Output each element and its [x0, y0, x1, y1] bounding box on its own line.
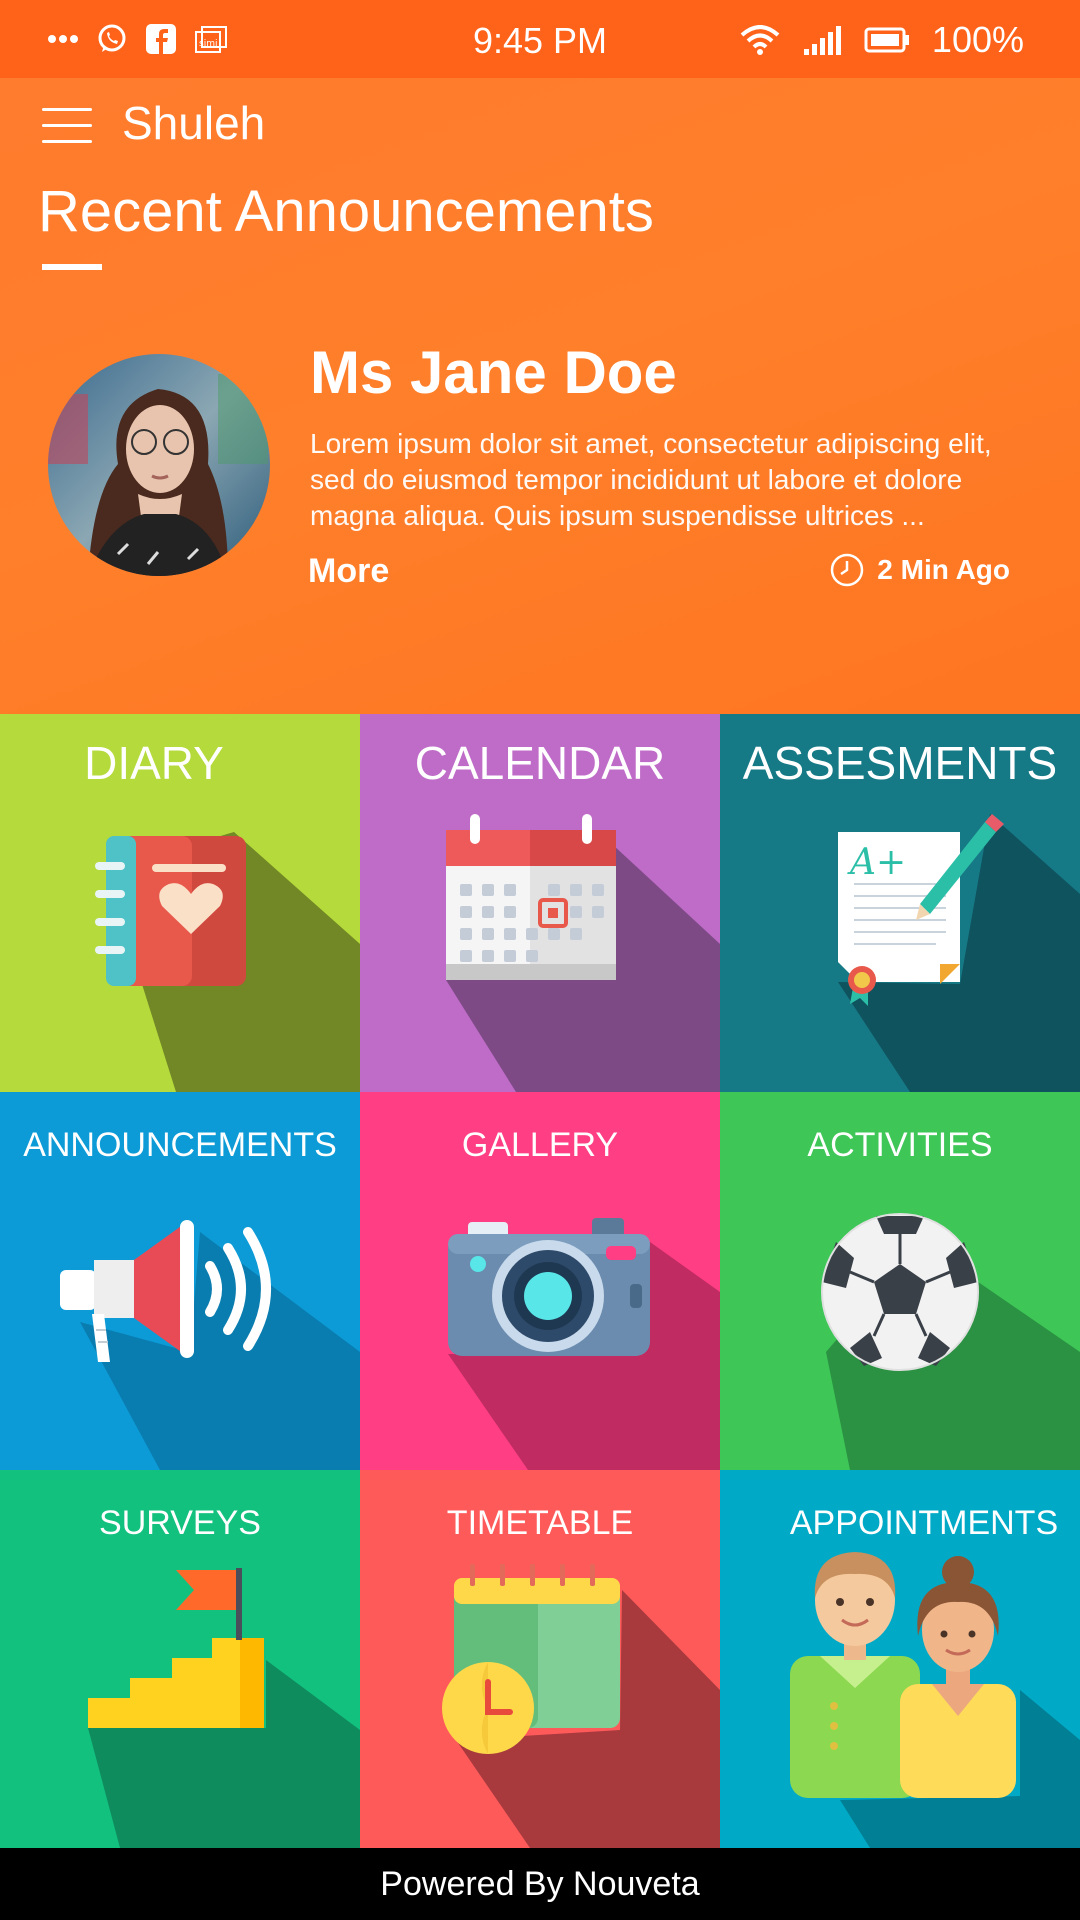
app-title: Shuleh: [122, 97, 266, 149]
clock-icon: [831, 553, 864, 587]
avatar: [48, 354, 270, 576]
section-title: Recent Announcements: [38, 179, 654, 244]
tile-assessments-label: ASSESMENTS: [742, 737, 1058, 789]
status-bar: simi 9:45 PM 100%: [0, 0, 1080, 78]
grade-text: A+: [847, 842, 906, 883]
battery-percent: 100%: [931, 19, 1024, 60]
tile-activities-label: ACTIVITIES: [807, 1126, 993, 1164]
announcement-body: Lorem ipsum dolor sit amet, consectetur …: [310, 428, 992, 531]
soccer-ball-icon: [821, 1213, 979, 1371]
tile-appointments-label: APPOINTMENTS: [789, 1504, 1059, 1542]
tile-timetable-label: TIMETABLE: [446, 1504, 634, 1542]
tile-timetable[interactable]: TIMETABLE: [360, 1470, 720, 1848]
status-right-icons: 100%: [740, 19, 1024, 60]
battery-icon: [864, 27, 909, 53]
tile-gallery[interactable]: GALLERY: [360, 1092, 720, 1470]
announcement-time: 2 Min Ago: [829, 552, 1010, 588]
diary-icon: [95, 836, 246, 986]
hamburger-menu-icon[interactable]: [42, 108, 92, 146]
tile-announcements[interactable]: ANNOUNCEMENTS: [0, 1092, 360, 1470]
module-grid: DIARY CALENDAR A+ ASSESMENTS ANNOUNCEMEN…: [0, 714, 1080, 1848]
title-underline: [42, 264, 102, 270]
camera-icon: [448, 1218, 650, 1356]
footer-powered-by: Powered By Nouveta: [0, 1848, 1080, 1920]
tile-announcements-label: ANNOUNCEMENTS: [23, 1126, 337, 1164]
app-toolbar: Shuleh: [0, 78, 1080, 174]
tile-assessments[interactable]: A+ ASSESMENTS: [720, 714, 1080, 1092]
signal-icon: [803, 26, 841, 55]
wifi-icon: [740, 25, 780, 55]
timetable-icon: [442, 1564, 620, 1754]
tile-surveys-label: SURVEYS: [99, 1504, 261, 1542]
tile-gallery-label: GALLERY: [461, 1126, 619, 1164]
announcement-header: simi 9:45 PM 100% Shuleh Recent Announce…: [0, 0, 1080, 714]
tile-calendar[interactable]: CALENDAR: [360, 714, 720, 1092]
calendar-icon: [446, 814, 616, 980]
tile-appointments[interactable]: APPOINTMENTS: [720, 1470, 1080, 1848]
tile-surveys[interactable]: SURVEYS: [0, 1470, 360, 1848]
time-ago-text: 2 Min Ago: [877, 554, 1010, 585]
announcer-name: Ms Jane Doe: [310, 339, 677, 406]
tile-activities[interactable]: ACTIVITIES: [720, 1092, 1080, 1470]
tile-diary[interactable]: DIARY: [0, 714, 360, 1092]
tile-diary-label: DIARY: [84, 737, 224, 789]
more-link[interactable]: More: [308, 552, 389, 591]
tile-calendar-label: CALENDAR: [414, 737, 666, 789]
